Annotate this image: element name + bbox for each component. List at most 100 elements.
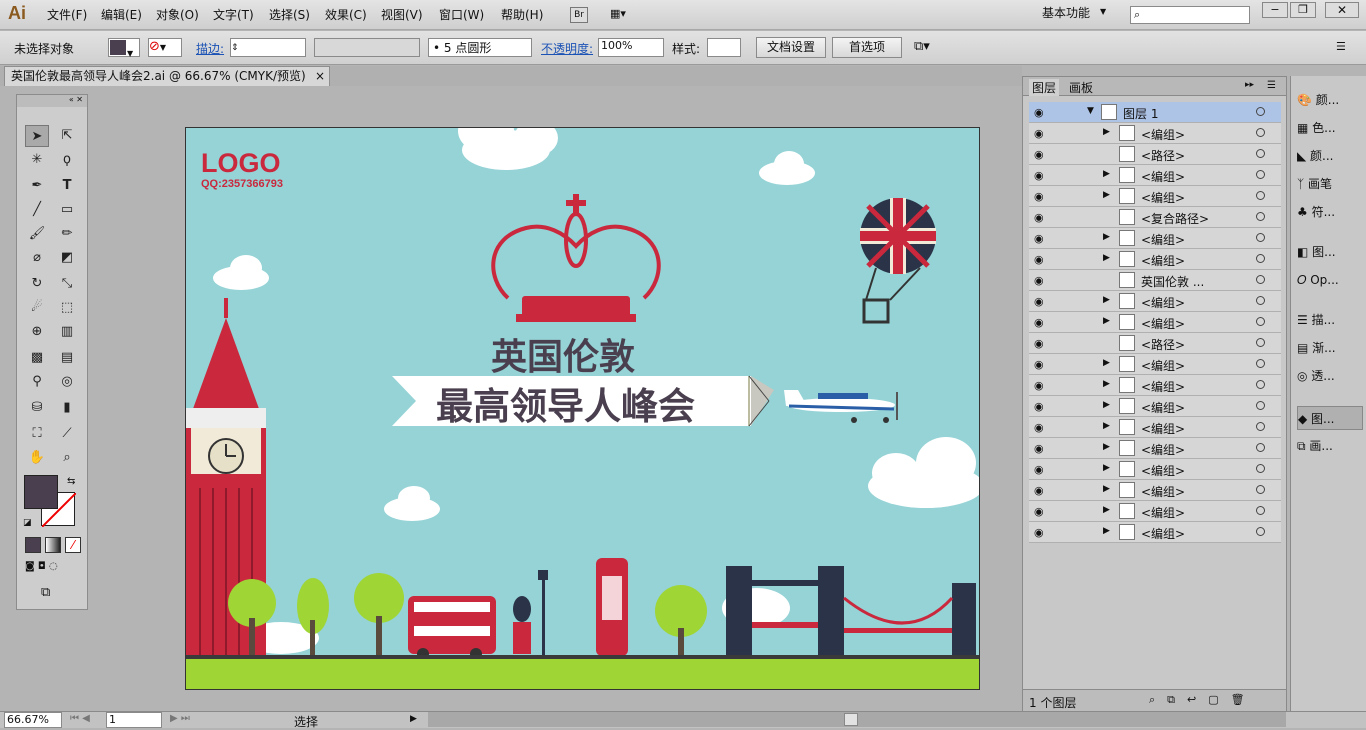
target-icon[interactable] bbox=[1256, 107, 1265, 116]
visibility-eye-icon[interactable]: ◉ bbox=[1034, 484, 1047, 497]
artboard[interactable]: LOGO QQ:2357366793 英国伦敦 最高领导人峰会 bbox=[185, 127, 980, 690]
opentype-button[interactable]: 𝑂 Op... bbox=[1297, 268, 1363, 292]
expand-triangle-icon[interactable]: ▶ bbox=[1103, 463, 1110, 473]
brush-definition[interactable]: • 5 点圆形 bbox=[428, 38, 532, 57]
menu-edit[interactable]: 编辑(E) bbox=[101, 6, 142, 23]
paintbrush-tool-icon[interactable]: 🖌 bbox=[25, 223, 49, 245]
hand-tool-icon[interactable]: ✋ bbox=[25, 447, 49, 469]
gradient-panel-button[interactable]: ▤ 渐... bbox=[1297, 336, 1363, 360]
opacity-field[interactable]: 100% bbox=[598, 38, 664, 57]
visibility-eye-icon[interactable]: ◉ bbox=[1034, 463, 1047, 476]
zoom-field[interactable]: 66.67% bbox=[4, 712, 62, 728]
chevron-down-icon[interactable]: ▼ bbox=[1100, 7, 1106, 16]
blend-tool-icon[interactable]: ◎ bbox=[55, 371, 79, 393]
bridge-button[interactable]: Br bbox=[570, 7, 588, 23]
expand-triangle-icon[interactable]: ▶ bbox=[1103, 379, 1110, 389]
menu-object[interactable]: 对象(O) bbox=[156, 6, 199, 23]
arrange-docs-icon[interactable]: ▦▾ bbox=[610, 7, 636, 23]
rectangle-tool-icon[interactable]: ▭ bbox=[55, 199, 79, 221]
visibility-eye-icon[interactable]: ◉ bbox=[1034, 190, 1047, 203]
layer-row[interactable]: ◉ <路径> bbox=[1029, 333, 1281, 354]
magic-wand-tool-icon[interactable]: ✳ bbox=[25, 149, 49, 171]
target-icon[interactable] bbox=[1256, 275, 1265, 284]
direct-selection-tool-icon[interactable]: ⇱ bbox=[55, 125, 79, 147]
layer-row-top[interactable]: ◉ ▼ 图层 1 bbox=[1029, 102, 1281, 123]
stroke-label[interactable]: 描边: bbox=[196, 40, 224, 57]
tab-artboards[interactable]: 画板 bbox=[1069, 79, 1093, 96]
expand-triangle-icon[interactable]: ▶ bbox=[1103, 316, 1110, 326]
expand-triangle-icon[interactable]: ▶ bbox=[1103, 505, 1110, 515]
layer-row[interactable]: ◉ ▶ <编组> bbox=[1029, 291, 1281, 312]
menu-select[interactable]: 选择(S) bbox=[269, 6, 310, 23]
document-tab[interactable]: 英国伦敦最高领导人峰会2.ai @ 66.67% (CMYK/预览) × bbox=[4, 66, 330, 86]
layer-row[interactable]: ◉ ▶ <编组> bbox=[1029, 459, 1281, 480]
expand-triangle-icon[interactable]: ▶ bbox=[1103, 169, 1110, 179]
layer-row[interactable]: ◉ <路径> bbox=[1029, 144, 1281, 165]
scroll-thumb[interactable] bbox=[844, 713, 858, 726]
opacity-label[interactable]: 不透明度: bbox=[541, 40, 593, 57]
expand-triangle-icon[interactable]: ▶ bbox=[1103, 484, 1110, 494]
stroke-panel-button[interactable]: ☰ 描... bbox=[1297, 308, 1363, 332]
none-mode-icon[interactable]: ⁄ bbox=[65, 537, 81, 553]
layer-row[interactable]: ◉ ▶ <编组> bbox=[1029, 165, 1281, 186]
first-page-icon[interactable]: ⏮ ◀ bbox=[70, 713, 90, 724]
swatches-button[interactable]: ◣ 颜... bbox=[1297, 144, 1363, 168]
layer-row[interactable]: ◉ ▶ <编组> bbox=[1029, 480, 1281, 501]
layer-row[interactable]: ◉ ▶ <编组> bbox=[1029, 228, 1281, 249]
symbol-sprayer-tool-icon[interactable]: ⛁ bbox=[25, 397, 49, 419]
document-setup-button[interactable]: 文档设置 bbox=[756, 37, 826, 58]
pencil-tool-icon[interactable]: ✏ bbox=[55, 223, 79, 245]
layer-row[interactable]: ◉ <复合路径> bbox=[1029, 207, 1281, 228]
visibility-eye-icon[interactable]: ◉ bbox=[1034, 253, 1047, 266]
visibility-eye-icon[interactable]: ◉ bbox=[1034, 211, 1047, 224]
color-mode-icon[interactable] bbox=[25, 537, 41, 553]
target-icon[interactable] bbox=[1256, 401, 1265, 410]
expand-triangle-icon[interactable]: ▶ bbox=[1103, 400, 1110, 410]
layer-row[interactable]: ◉ ▶ <编组> bbox=[1029, 123, 1281, 144]
type-tool-icon[interactable]: T bbox=[55, 175, 79, 197]
target-icon[interactable] bbox=[1256, 338, 1265, 347]
visibility-eye-icon[interactable]: ◉ bbox=[1034, 421, 1047, 434]
graphic-style-picker[interactable] bbox=[707, 38, 741, 57]
menu-help[interactable]: 帮助(H) bbox=[501, 6, 543, 23]
expand-triangle-icon[interactable]: ▼ bbox=[1087, 106, 1094, 116]
panel-menu-icon[interactable]: ☰ bbox=[1267, 80, 1276, 91]
layer-row[interactable]: ◉ ▶ <编组> bbox=[1029, 417, 1281, 438]
visibility-eye-icon[interactable]: ◉ bbox=[1034, 274, 1047, 287]
stroke-swatch[interactable]: ⊘▼ bbox=[148, 38, 182, 57]
minimize-button[interactable]: − bbox=[1262, 2, 1288, 18]
target-icon[interactable] bbox=[1256, 254, 1265, 263]
blob-brush-tool-icon[interactable]: ⌀ bbox=[25, 247, 49, 269]
target-icon[interactable] bbox=[1256, 149, 1265, 158]
expand-triangle-icon[interactable]: ▶ bbox=[1103, 232, 1110, 242]
eraser-tool-icon[interactable]: ◩ bbox=[55, 247, 79, 269]
workspace-switcher[interactable]: 基本功能 bbox=[1042, 4, 1090, 21]
layer-row[interactable]: ◉ ▶ <编组> bbox=[1029, 186, 1281, 207]
transform-icon[interactable]: ⧉▾ bbox=[914, 39, 930, 54]
collapse-icon[interactable]: « ✕ bbox=[17, 95, 87, 107]
scale-tool-icon[interactable]: ⤡ bbox=[55, 273, 79, 295]
target-icon[interactable] bbox=[1256, 128, 1265, 137]
target-icon[interactable] bbox=[1256, 317, 1265, 326]
search-input[interactable]: ⌕ bbox=[1130, 6, 1250, 24]
shape-builder-tool-icon[interactable]: ⊕ bbox=[25, 321, 49, 343]
layer-row[interactable]: ◉ ▶ <编组> bbox=[1029, 501, 1281, 522]
menu-type[interactable]: 文字(T) bbox=[213, 6, 254, 23]
menu-effect[interactable]: 效果(C) bbox=[325, 6, 367, 23]
next-page-icon[interactable]: ▶ ⏭ bbox=[170, 713, 190, 724]
visibility-eye-icon[interactable]: ◉ bbox=[1034, 337, 1047, 350]
target-icon[interactable] bbox=[1256, 380, 1265, 389]
artboards-panel-button[interactable]: ⧉ 画... bbox=[1297, 434, 1363, 458]
drawing-modes-icon[interactable]: ◙ ◘ ◌ bbox=[25, 561, 81, 577]
horizontal-scrollbar[interactable] bbox=[428, 712, 1286, 727]
target-icon[interactable] bbox=[1256, 170, 1265, 179]
graph-tool-icon[interactable]: ▮ bbox=[55, 397, 79, 419]
swap-colors-icon[interactable]: ⇆ bbox=[67, 476, 75, 487]
target-icon[interactable] bbox=[1256, 212, 1265, 221]
screen-mode-icon[interactable]: ⧉ bbox=[41, 585, 50, 600]
target-icon[interactable] bbox=[1256, 422, 1265, 431]
transparency-panel-button[interactable]: ◎ 透... bbox=[1297, 364, 1363, 388]
gradient-mode-icon[interactable] bbox=[45, 537, 61, 553]
color-panel-button[interactable]: 🎨 颜... bbox=[1297, 88, 1363, 112]
visibility-eye-icon[interactable]: ◉ bbox=[1034, 106, 1047, 119]
